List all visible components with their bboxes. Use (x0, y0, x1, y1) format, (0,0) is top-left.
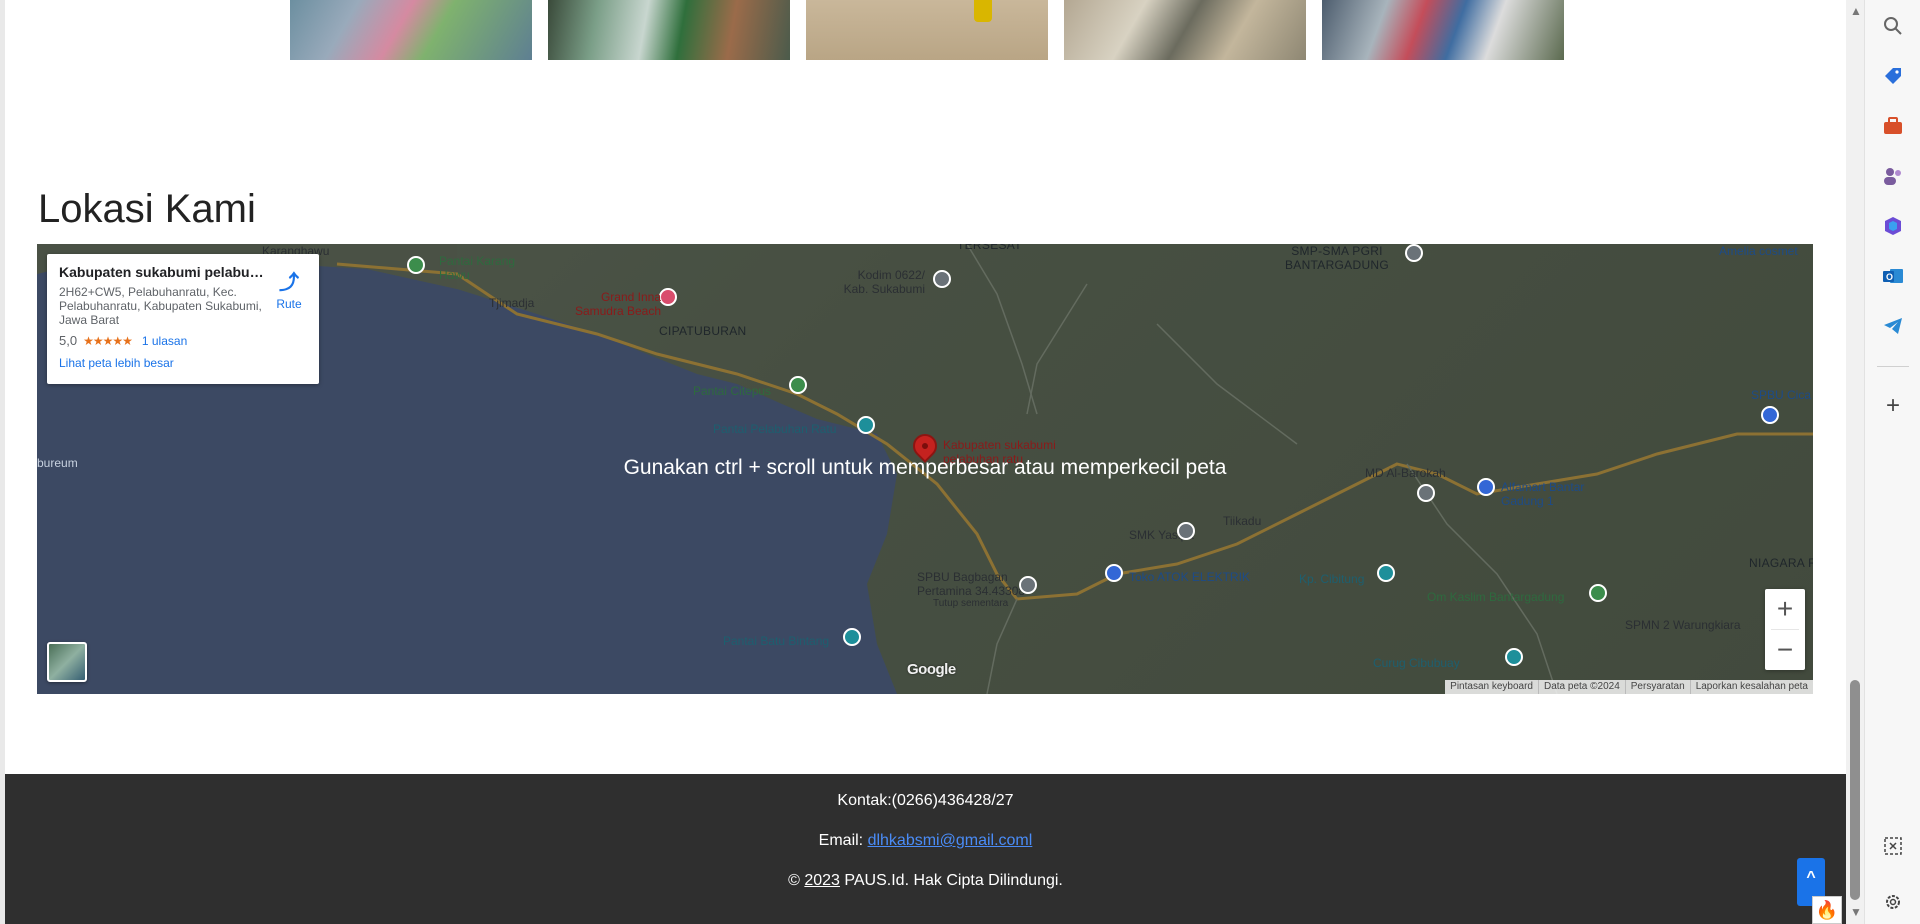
map-label: Pantai Citepus (693, 384, 772, 398)
park-icon[interactable] (1589, 584, 1607, 602)
map-label: Tjimadja (489, 296, 535, 310)
add-icon[interactable]: + (1879, 392, 1907, 420)
map-label: Pantai Karang Hawu (439, 254, 516, 282)
gas-station-icon[interactable] (1019, 576, 1037, 594)
map-attribution: Pintasan keyboard Data peta ©2024 Persya… (1445, 680, 1813, 694)
gallery-image[interactable] (806, 0, 1048, 60)
gallery-image[interactable] (1322, 0, 1564, 60)
rating-value: 5,0 (59, 333, 78, 348)
page-viewport: Lokasi Kami Karanghawu Pantai Karang Haw… (0, 0, 1846, 924)
camera-icon[interactable] (1505, 648, 1523, 666)
gallery-strip (290, 0, 1564, 60)
report-error-link[interactable]: Laporkan kesalahan peta (1689, 680, 1813, 694)
shopping-icon[interactable] (1477, 478, 1495, 496)
reviews-link[interactable]: 1 ulasan (142, 334, 187, 348)
map-label: Tutup sementara (933, 598, 1009, 609)
copyright-year: 2023 (804, 872, 840, 889)
map-label: SPBU Bagbagan Pertamina 34.43308 (917, 570, 1026, 598)
zoom-in-button[interactable]: + (1765, 589, 1805, 629)
embedded-map[interactable]: Karanghawu Pantai Karang Hawu Tjimadja G… (37, 244, 1813, 694)
section-title: Lokasi Kami (38, 187, 256, 231)
map-label: Pantai Batu Bintang (723, 634, 830, 648)
map-label: Toko ATOK ELEKTRIK (1129, 570, 1250, 584)
directions-icon: ⤴ (279, 272, 299, 294)
map-label: Om Kaslim Bantargadung (1427, 590, 1565, 604)
place-rating: 5,0 ★★★★★ 1 ulasan (59, 333, 307, 348)
site-footer: Kontak:(0266)436428/27 Email: dlhkabsmi@… (5, 774, 1846, 924)
scroll-up-arrow-icon[interactable]: ▲ (1850, 4, 1862, 18)
scrollbar-thumb[interactable] (1850, 680, 1860, 900)
map-label: Grand Inna Samudra Beach (574, 290, 661, 318)
view-larger-map-link[interactable]: Lihat peta lebih besar (59, 356, 307, 370)
map-label: Amelia cosmet (1719, 244, 1798, 258)
email-link[interactable]: dlhkabsmi@gmail.coml (868, 832, 1033, 849)
email-label: Email: (818, 832, 868, 849)
map-label: SPBU Cica (1751, 388, 1812, 402)
settings-icon[interactable] (1879, 888, 1907, 916)
gas-station-icon[interactable] (1761, 406, 1779, 424)
map-label: Kp. Cibitung (1299, 572, 1365, 586)
browser-side-panel: O + (1864, 0, 1920, 924)
telegram-icon[interactable] (1879, 312, 1907, 340)
gallery-image[interactable] (548, 0, 790, 60)
zoom-controls: + − (1765, 589, 1805, 670)
school-icon[interactable] (1405, 244, 1423, 262)
map-data-label: Data peta ©2024 (1538, 680, 1625, 694)
map-label: SMP-SMA PGRI BANTARGADUNG (1284, 244, 1390, 272)
camera-icon[interactable] (843, 628, 861, 646)
side-panel-divider (1877, 366, 1909, 367)
park-icon[interactable] (789, 376, 807, 394)
map-label: Curug Cibubuay (1373, 656, 1460, 670)
scroll-down-arrow-icon[interactable]: ▼ (1850, 905, 1862, 919)
terms-link[interactable]: Persyaratan (1624, 680, 1690, 694)
search-icon[interactable] (1879, 12, 1907, 40)
place-name: Kabupaten sukabumi pelabuh... (59, 264, 264, 280)
tag-icon[interactable] (1879, 62, 1907, 90)
briefcase-icon[interactable] (1879, 112, 1907, 140)
mosque-icon[interactable] (1417, 484, 1435, 502)
place-info-card: Kabupaten sukabumi pelabuh... 2H62+CW5, … (47, 254, 319, 384)
landmark-icon[interactable] (1377, 564, 1395, 582)
hotel-icon[interactable] (659, 288, 677, 306)
directions-button[interactable]: ⤴ Rute (269, 266, 309, 311)
google-logo: Google (907, 661, 956, 678)
outlook-icon[interactable]: O (1879, 262, 1907, 290)
shopping-icon[interactable] (1105, 564, 1123, 582)
svg-text:O: O (1886, 272, 1893, 282)
map-label: TERSESAT (957, 244, 1022, 252)
flame-icon[interactable]: 🔥 (1812, 896, 1842, 924)
map-label: Tiikadu (1223, 514, 1262, 528)
screenshot-icon[interactable] (1879, 832, 1907, 860)
place-address: 2H62+CW5, Pelabuhanratu, Kec. Pelabuhanr… (59, 285, 262, 327)
directions-label: Rute (276, 297, 302, 311)
gallery-image[interactable] (290, 0, 532, 60)
camera-icon[interactable] (857, 416, 875, 434)
map-label: CIPATUBURAN (659, 324, 747, 338)
building-icon[interactable] (933, 270, 951, 288)
map-scroll-hint: Gunakan ctrl + scroll untuk memperbesar … (623, 456, 1227, 479)
map-label: Alfamart Bantar Gadung 1 (1501, 480, 1585, 508)
map-label: Kodim 0622/ Kab. Sukabumi (843, 268, 925, 296)
footer-copyright: © 2023 PAUS.Id. Hak Cipta Dilindungi. (5, 872, 1846, 890)
gallery-image[interactable] (1064, 0, 1306, 60)
copyright-symbol: © (788, 872, 805, 889)
keyboard-shortcuts-link[interactable]: Pintasan keyboard (1445, 680, 1538, 694)
zoom-out-button[interactable]: − (1765, 630, 1805, 670)
map-label: Pantai Pelabuhan Ratu (713, 422, 837, 436)
footer-contact: Kontak:(0266)436428/27 (837, 792, 1014, 809)
school-icon[interactable] (1177, 522, 1195, 540)
satellite-layer-toggle[interactable] (47, 642, 87, 682)
copilot-icon[interactable] (1879, 212, 1907, 240)
people-icon[interactable] (1879, 162, 1907, 190)
copyright-text: PAUS.Id. Hak Cipta Dilindungi. (839, 872, 1063, 889)
star-rating-icon: ★★★★★ (83, 333, 133, 348)
map-label: NIAGARA RAF (1749, 556, 1813, 570)
park-icon[interactable] (407, 256, 425, 274)
map-label: SPMN 2 Warungkiara (1625, 618, 1741, 632)
footer-email: Email: dlhkabsmi@gmail.coml (5, 832, 1846, 850)
